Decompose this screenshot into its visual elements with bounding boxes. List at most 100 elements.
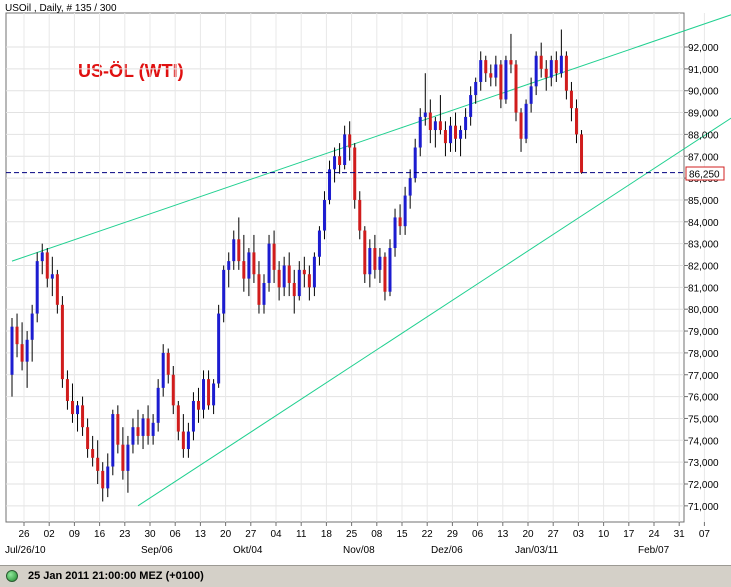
candle-body	[504, 60, 508, 100]
candle-body	[65, 379, 69, 401]
candle-body	[358, 199, 362, 231]
candle-body	[191, 400, 195, 432]
candle-body	[101, 470, 105, 489]
candle-body	[70, 400, 74, 415]
candle-body	[60, 304, 64, 380]
x-tick-label: 03	[573, 529, 585, 540]
candle-body	[151, 422, 155, 436]
candle-body	[322, 199, 326, 231]
y-tick-label: 81,000	[688, 283, 719, 294]
x-tick-label: 09	[69, 529, 81, 540]
x-tick-label: 29	[447, 529, 459, 540]
y-tick-label: 73,000	[688, 458, 719, 469]
candle-body	[181, 431, 185, 450]
candle-body	[196, 400, 200, 410]
y-tick-label: 76,000	[688, 393, 719, 404]
x-tick-label: 25	[346, 529, 358, 540]
connection-status-icon	[6, 570, 18, 582]
x-month-label: Dez/06	[431, 545, 463, 556]
y-tick-label: 85,000	[688, 196, 719, 207]
y-tick-label: 92,000	[688, 43, 719, 54]
candle-body	[348, 134, 352, 148]
candle-body	[353, 147, 357, 200]
candle-body	[217, 313, 221, 384]
x-tick-label: 04	[270, 529, 282, 540]
status-timestamp: 25 Jan 2011 21:00:00 MEZ (+0100)	[28, 570, 204, 582]
candle-body	[96, 457, 100, 471]
candle-body	[202, 379, 206, 410]
x-tick-label: 18	[321, 529, 333, 540]
y-tick-label: 89,000	[688, 109, 719, 120]
candle-body	[499, 64, 503, 100]
candle-body	[40, 252, 44, 262]
current-price-label: 86,250	[689, 170, 720, 181]
candle	[353, 143, 357, 209]
x-month-label: Jan/03/11	[515, 545, 559, 556]
candle-body	[136, 427, 140, 436]
candle-body	[564, 55, 568, 91]
candle-body	[544, 68, 548, 78]
x-tick-label: 02	[44, 529, 56, 540]
y-tick-label: 90,000	[688, 87, 719, 98]
candle-body	[524, 103, 528, 139]
candle-body	[363, 230, 367, 275]
candle-body	[328, 169, 332, 200]
x-month-label: Jul/26/10	[5, 545, 46, 556]
candle-body	[166, 352, 170, 375]
x-tick-label: 13	[497, 529, 509, 540]
candle-body	[81, 405, 85, 428]
candle-body	[484, 60, 488, 74]
x-tick-label: 20	[522, 529, 534, 540]
candle-body	[398, 217, 402, 227]
candle-body	[489, 73, 493, 78]
candle-body	[559, 55, 563, 74]
candle-body	[574, 108, 578, 135]
x-month-label: Sep/06	[141, 545, 173, 556]
candle-body	[307, 274, 311, 288]
candle-body	[25, 339, 29, 362]
chart-title: US-ÖL (WTI)	[78, 61, 184, 81]
candle-body	[20, 344, 24, 362]
chart-header-info: USOil , Daily, # 135 / 300	[5, 3, 117, 14]
candle-body	[368, 248, 372, 275]
candle-body	[519, 112, 523, 139]
candle	[514, 60, 518, 122]
candle-body	[161, 352, 165, 388]
candle-body	[448, 125, 452, 144]
y-tick-label: 74,000	[688, 436, 719, 447]
candle-body	[438, 121, 442, 131]
candle-body	[262, 282, 266, 305]
x-tick-label: 30	[144, 529, 156, 540]
x-tick-label: 17	[623, 529, 635, 540]
candle-body	[393, 217, 397, 249]
candle-body	[222, 269, 226, 314]
candle-body	[418, 116, 422, 148]
candle-body	[272, 243, 276, 270]
y-tick-label: 71,000	[688, 502, 719, 513]
candle-body	[413, 147, 417, 179]
y-tick-label: 84,000	[688, 218, 719, 229]
y-tick-label: 80,000	[688, 305, 719, 316]
x-tick-label: 27	[245, 529, 257, 540]
candle-body	[388, 248, 392, 292]
candle-body	[45, 252, 49, 279]
x-tick-label: 15	[396, 529, 408, 540]
y-tick-label: 75,000	[688, 414, 719, 425]
x-tick-label: 06	[170, 529, 182, 540]
status-bar: 25 Jan 2011 21:00:00 MEZ (+0100)	[0, 565, 731, 587]
candle-body	[292, 282, 296, 297]
plot-frame	[5, 12, 685, 523]
candle	[60, 296, 64, 388]
candle-body	[333, 156, 337, 170]
y-tick-label: 72,000	[688, 480, 719, 491]
x-month-label: Nov/08	[343, 545, 375, 556]
candle-body	[176, 405, 180, 432]
candle-body	[443, 130, 447, 144]
candle-body	[116, 414, 120, 445]
y-tick-label: 78,000	[688, 349, 719, 360]
price-chart[interactable]: USOil , Daily, # 135 / 300 US-ÖL (WTI) 9…	[0, 0, 731, 565]
candle-body	[257, 274, 261, 305]
candle-body	[106, 466, 110, 489]
candle-body	[111, 414, 115, 467]
candle-body	[227, 261, 231, 270]
